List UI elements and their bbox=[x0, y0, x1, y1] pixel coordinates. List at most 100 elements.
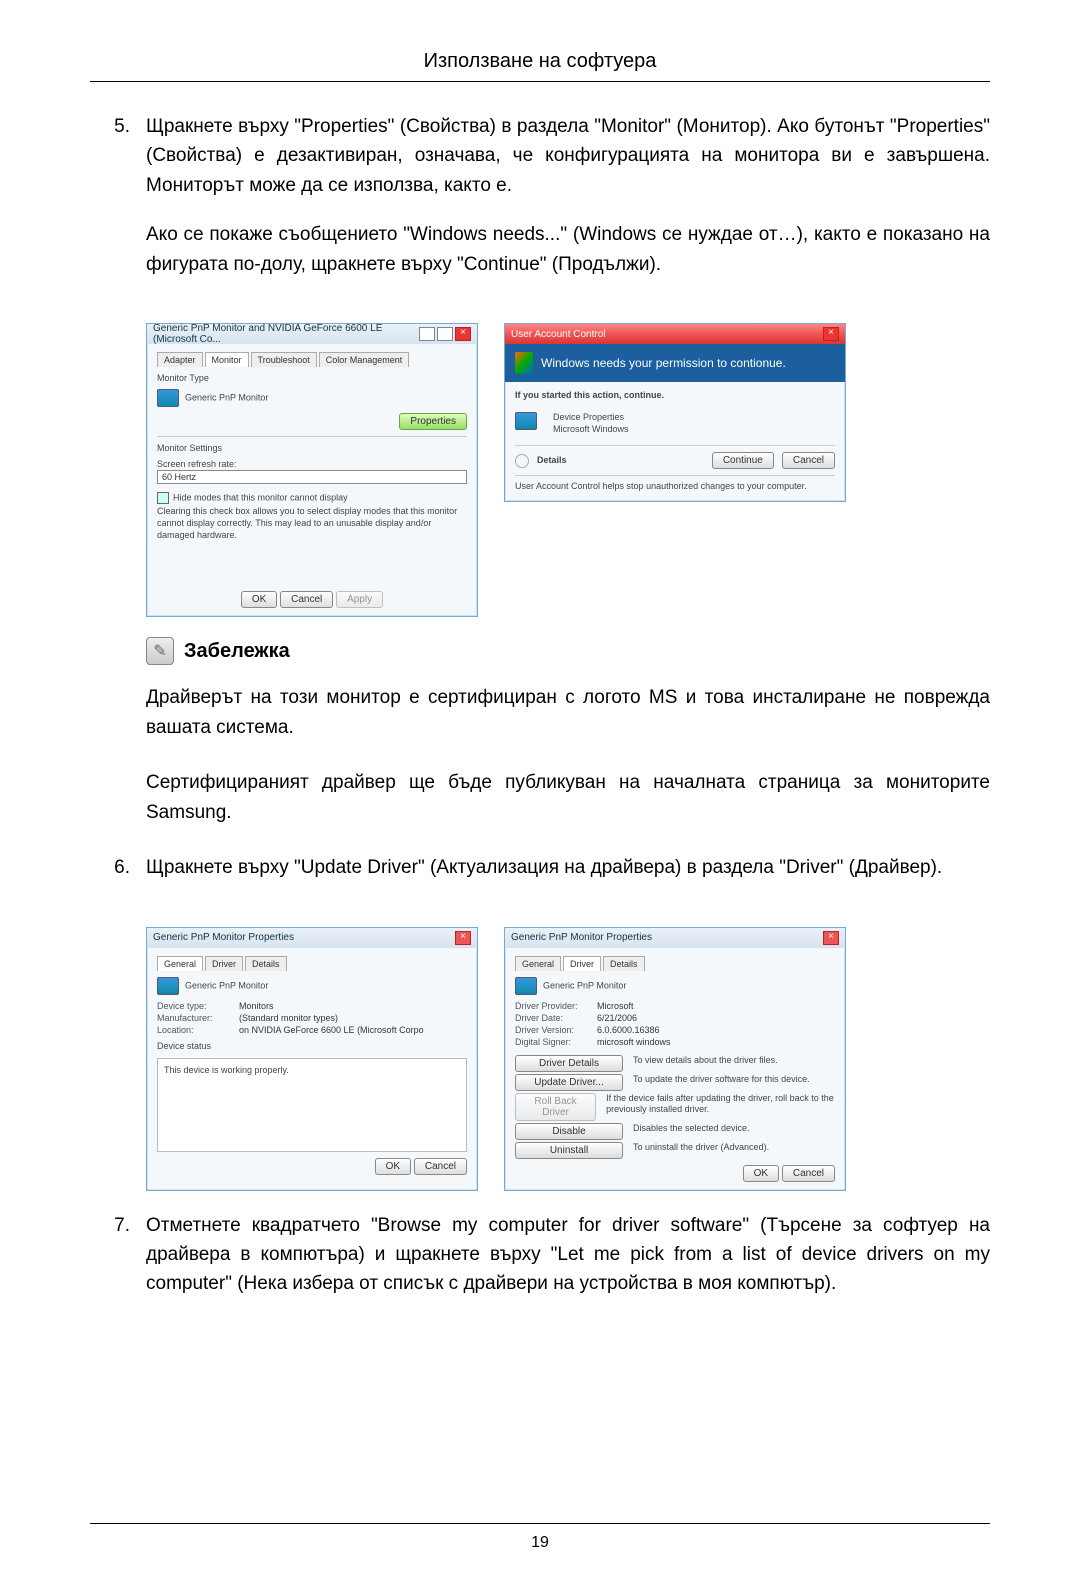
cancel-button[interactable]: Cancel bbox=[414, 1158, 467, 1175]
monitor-icon bbox=[157, 389, 179, 407]
cancel-button[interactable]: Cancel bbox=[782, 1165, 835, 1182]
shield-icon bbox=[515, 352, 533, 374]
tab-general[interactable]: General bbox=[515, 956, 561, 971]
note-p2: Сертифицираният драйвер ще бъде публикув… bbox=[146, 768, 990, 827]
disable-button[interactable]: Disable bbox=[515, 1123, 623, 1140]
device-status-text: This device is working properly. bbox=[164, 1065, 289, 1075]
window-title: User Account Control bbox=[511, 329, 606, 340]
tab-details[interactable]: Details bbox=[603, 956, 645, 971]
uac-banner: Windows needs your permission to contion… bbox=[505, 344, 845, 382]
hide-modes-desc: Clearing this check box allows you to se… bbox=[157, 506, 467, 541]
uac-footer: User Account Control helps stop unauthor… bbox=[515, 481, 835, 493]
digital-signer-label: Digital Signer: bbox=[515, 1037, 587, 1047]
close-icon[interactable]: × bbox=[455, 327, 471, 341]
refresh-rate-label: Screen refresh rate: bbox=[157, 459, 467, 471]
step-6-p1: Щракнете върху "Update Driver" (Актуализ… bbox=[146, 853, 990, 882]
window-buttons: × bbox=[823, 327, 839, 341]
tab-details[interactable]: Details bbox=[245, 956, 287, 971]
screenshot-row-1: Generic PnP Monitor and NVIDIA GeForce 6… bbox=[146, 323, 990, 617]
note-icon: ✎ bbox=[146, 637, 174, 665]
window-title: Generic PnP Monitor Properties bbox=[153, 932, 294, 943]
titlebar: Generic PnP Monitor and NVIDIA GeForce 6… bbox=[147, 324, 477, 344]
monitor-name: Generic PnP Monitor bbox=[543, 980, 626, 990]
uac-window: User Account Control × Windows needs you… bbox=[504, 323, 846, 502]
digital-signer-value: microsoft windows bbox=[597, 1037, 671, 1047]
header-rule bbox=[90, 81, 990, 82]
tab-monitor[interactable]: Monitor bbox=[205, 352, 249, 367]
step-6: 6. Щракнете върху "Update Driver" (Актуа… bbox=[90, 853, 990, 902]
device-type-label: Device type: bbox=[157, 1001, 229, 1011]
driver-details-button[interactable]: Driver Details bbox=[515, 1055, 623, 1072]
driver-date-value: 6/21/2006 bbox=[597, 1013, 637, 1023]
titlebar: Generic PnP Monitor Properties × bbox=[147, 928, 477, 948]
driver-version-label: Driver Version: bbox=[515, 1025, 587, 1035]
program-icon bbox=[515, 412, 537, 430]
monitor-name: Generic PnP Monitor bbox=[185, 980, 268, 990]
window-body: General Driver Details Generic PnP Monit… bbox=[147, 948, 477, 1184]
uac-if-started: If you started this action, continue. bbox=[515, 390, 835, 402]
close-icon[interactable]: × bbox=[823, 327, 839, 341]
ok-button[interactable]: OK bbox=[241, 591, 277, 608]
disable-desc: Disables the selected device. bbox=[633, 1123, 750, 1140]
note-p1: Драйверът на този монитор е сертифициран… bbox=[146, 683, 990, 742]
step-number: 6. bbox=[90, 853, 146, 902]
min-icon[interactable] bbox=[419, 327, 435, 341]
tab-color-management[interactable]: Color Management bbox=[319, 352, 410, 367]
manufacturer-label: Manufacturer: bbox=[157, 1013, 229, 1023]
driver-date-label: Driver Date: bbox=[515, 1013, 587, 1023]
tab-adapter[interactable]: Adapter bbox=[157, 352, 203, 367]
device-type-value: Monitors bbox=[239, 1001, 274, 1011]
ok-button[interactable]: OK bbox=[375, 1158, 411, 1175]
footer-rule bbox=[90, 1523, 990, 1524]
properties-button[interactable]: Properties bbox=[399, 413, 467, 430]
monitor-type-label: Monitor Type bbox=[157, 373, 467, 385]
monitor-properties-window: Generic PnP Monitor and NVIDIA GeForce 6… bbox=[146, 323, 478, 617]
window-body: Adapter Monitor Troubleshoot Color Manag… bbox=[147, 344, 477, 616]
driver-version-value: 6.0.6000.16386 bbox=[597, 1025, 660, 1035]
tab-driver[interactable]: Driver bbox=[205, 956, 243, 971]
driver-provider-label: Driver Provider: bbox=[515, 1001, 587, 1011]
max-icon[interactable] bbox=[437, 327, 453, 341]
step-5: 5. Щракнете върху "Properties" (Свойства… bbox=[90, 112, 990, 299]
uninstall-desc: To uninstall the driver (Advanced). bbox=[633, 1142, 769, 1159]
step-number: 7. bbox=[90, 1211, 146, 1319]
tab-troubleshoot[interactable]: Troubleshoot bbox=[251, 352, 317, 367]
ok-button[interactable]: OK bbox=[743, 1165, 779, 1182]
tabs: General Driver Details bbox=[515, 956, 835, 971]
tabs: General Driver Details bbox=[157, 956, 467, 971]
driver-provider-value: Microsoft bbox=[597, 1001, 634, 1011]
window-body: If you started this action, continue. De… bbox=[505, 382, 845, 501]
update-driver-desc: To update the driver software for this d… bbox=[633, 1074, 810, 1091]
cancel-button[interactable]: Cancel bbox=[280, 591, 333, 608]
roll-back-driver-button: Roll Back Driver bbox=[515, 1093, 596, 1121]
update-driver-button[interactable]: Update Driver... bbox=[515, 1074, 623, 1091]
step-7: 7. Отметнете квадратчето "Browse my comp… bbox=[90, 1211, 990, 1319]
chevron-down-icon[interactable] bbox=[515, 454, 529, 468]
device-status-label: Device status bbox=[157, 1041, 467, 1053]
page: Използване на софтуера 5. Щракнете върху… bbox=[0, 0, 1080, 1592]
ms-windows-label: Microsoft Windows bbox=[553, 424, 629, 436]
step-number: 5. bbox=[90, 112, 146, 299]
uac-headline: Windows needs your permission to contion… bbox=[541, 356, 786, 370]
step-5-p2: Ако се покаже съобщението "Windows needs… bbox=[146, 220, 990, 279]
hide-modes-label: Hide modes that this monitor cannot disp… bbox=[173, 493, 348, 503]
uac-actions: Details Continue Cancel bbox=[515, 452, 835, 469]
window-buttons: × bbox=[419, 327, 471, 341]
close-icon[interactable]: × bbox=[823, 931, 839, 945]
apply-button: Apply bbox=[336, 591, 383, 608]
note-header: ✎ Забележка bbox=[146, 637, 990, 665]
hide-modes-checkbox[interactable] bbox=[157, 492, 169, 504]
cancel-button[interactable]: Cancel bbox=[782, 452, 835, 469]
details-link[interactable]: Details bbox=[537, 455, 704, 467]
monitor-settings-label: Monitor Settings bbox=[157, 443, 467, 455]
roll-back-driver-desc: If the device fails after updating the d… bbox=[606, 1093, 835, 1121]
tab-driver[interactable]: Driver bbox=[563, 956, 601, 971]
close-icon[interactable]: × bbox=[455, 931, 471, 945]
driver-properties-driver-window: Generic PnP Monitor Properties × General… bbox=[504, 927, 846, 1191]
dialog-buttons: OK Cancel Apply bbox=[157, 551, 467, 608]
refresh-rate-select[interactable]: 60 Hertz bbox=[157, 470, 467, 484]
screenshot-row-2: Generic PnP Monitor Properties × General… bbox=[146, 927, 990, 1191]
tab-general[interactable]: General bbox=[157, 956, 203, 971]
continue-button[interactable]: Continue bbox=[712, 452, 774, 469]
uninstall-button[interactable]: Uninstall bbox=[515, 1142, 623, 1159]
